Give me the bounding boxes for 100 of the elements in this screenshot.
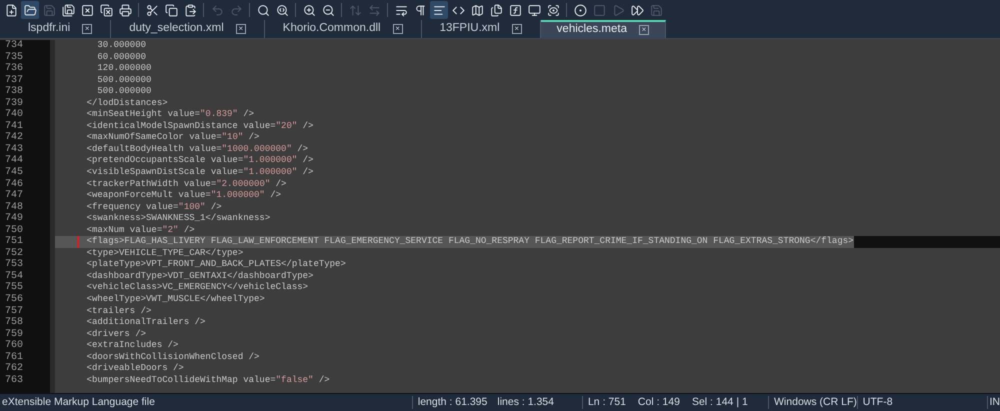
tab-close-button[interactable]: × xyxy=(392,24,403,34)
line-number: 756 xyxy=(4,294,24,306)
code-line: <maxNumOfSameColor value="10" /> xyxy=(86,132,260,144)
map-icon xyxy=(470,4,484,16)
file-tab[interactable]: Khorio.Common.dll × xyxy=(264,20,422,38)
code-line: <minSeatHeight value="0.839" /> xyxy=(86,109,254,121)
code-line: <wheelType>VWT_MUSCLE</wheelType> xyxy=(86,294,265,306)
folder-icon xyxy=(24,4,36,16)
save-all-icon xyxy=(62,4,74,16)
code-icon xyxy=(452,4,464,16)
code-line: <identicalModelSpawnDistance value="20" /> xyxy=(86,120,314,132)
line-number: 751 xyxy=(4,236,24,248)
code-line: <trackerPathWidth value="2.000000" /> xyxy=(86,178,286,190)
save-macro-icon xyxy=(650,4,662,16)
line-number: 743 xyxy=(4,144,24,155)
line-number: 758 xyxy=(4,317,24,329)
tab-close-button[interactable]: × xyxy=(82,24,92,34)
change-marker xyxy=(77,236,79,248)
code-line: 30.000000 xyxy=(96,40,146,52)
line-number: 749 xyxy=(4,213,24,225)
file-tab[interactable]: lspdfr.ini × xyxy=(10,20,112,38)
code-line: <additionalTrailers /> xyxy=(86,317,206,329)
line-number: 741 xyxy=(4,120,24,132)
line-position-label: Ln : 751 xyxy=(586,394,626,410)
redo-icon xyxy=(230,4,242,16)
save-icon xyxy=(42,4,56,16)
toolbar-button[interactable] xyxy=(21,1,39,19)
tab-close-button[interactable]: × xyxy=(512,24,522,34)
tab-label: duty_selection.xml xyxy=(129,21,224,36)
file-tab[interactable]: duty_selection.xml × xyxy=(111,20,265,38)
line-number: 762 xyxy=(4,363,24,375)
selection-label: Sel : 144 | 1 xyxy=(690,394,749,410)
tab-close-button[interactable]: × xyxy=(638,25,649,35)
code-line: <maxNum value="2" /> xyxy=(86,224,195,236)
code-line: <extraIncludes /> xyxy=(86,340,178,352)
paste-icon xyxy=(184,4,196,16)
pilcrow-icon xyxy=(414,4,426,16)
line-number: 739 xyxy=(4,98,24,109)
zoom-out-icon xyxy=(322,4,334,16)
tab-label: 13FPIU.xml xyxy=(440,21,500,36)
line-number: 736 xyxy=(4,63,24,75)
line-number: 759 xyxy=(4,328,24,340)
code-line: <vehicleClass>VC_EMERGENCY</vehicleClass> xyxy=(86,282,308,294)
code-line: <defaultBodyHealth value="1000.000000" /> xyxy=(86,144,308,156)
search-icon xyxy=(256,4,270,16)
scissors-icon xyxy=(146,4,158,16)
line-number: 752 xyxy=(4,248,24,259)
line-number: 740 xyxy=(4,109,24,121)
line-number: 753 xyxy=(4,259,24,271)
copy-icon xyxy=(164,4,178,16)
code-line: 60.000000 xyxy=(96,52,146,64)
code-line: <trailers /> xyxy=(86,306,152,318)
line-number: 738 xyxy=(4,86,24,98)
code-line: <weaponForceMult value="1.000000" /> xyxy=(86,190,282,202)
code-line: <driveableDoors /> xyxy=(86,363,184,375)
tab-label: Khorio.Common.dll xyxy=(282,21,381,36)
code-line: <frequency value="100" /> xyxy=(86,202,222,214)
fast-forward-icon xyxy=(630,4,644,16)
line-number: 737 xyxy=(4,74,24,86)
printer-icon xyxy=(118,4,132,16)
line-number: 755 xyxy=(4,282,24,294)
code-line: 500.000000 xyxy=(96,86,152,98)
line-number: 761 xyxy=(4,352,24,363)
function-icon xyxy=(508,4,522,16)
code-line: <doorsWithCollisionWhenClosed /> xyxy=(86,352,260,364)
line-number: 754 xyxy=(4,270,24,282)
stop-icon xyxy=(592,4,606,16)
line-number: 746 xyxy=(4,178,24,190)
line-number: 734 xyxy=(4,40,24,52)
column-label: Col : 149 xyxy=(636,394,680,410)
close-all-icon xyxy=(100,4,112,16)
code-line: <dashboardType>VDT_GENTAXI</dashboardType> xyxy=(86,270,314,282)
line-number: 763 xyxy=(4,374,24,386)
line-number: 748 xyxy=(4,202,24,213)
record-icon xyxy=(574,4,586,16)
code-line: 500.000000 xyxy=(96,74,152,86)
wrap-icon xyxy=(394,4,408,16)
code-line: <drivers /> xyxy=(86,328,146,340)
line-number: 757 xyxy=(4,306,24,317)
insert-mode-label: IN xyxy=(988,394,1000,410)
line-number: 747 xyxy=(4,190,24,202)
length-label: length : 61.395 xyxy=(416,394,488,410)
play-icon xyxy=(612,4,624,16)
line-number: 750 xyxy=(4,224,24,236)
tab-label: lspdfr.ini xyxy=(28,21,70,36)
monitor-icon xyxy=(528,4,540,16)
tab-close-button[interactable]: × xyxy=(236,24,246,34)
eye-icon xyxy=(546,4,560,16)
toolbar-button[interactable] xyxy=(430,1,448,19)
undo-icon xyxy=(210,4,224,16)
tab-label: vehicles.meta xyxy=(556,22,627,38)
code-line: <bumpersNeedToCollideWithMap value="false" /> xyxy=(86,374,330,386)
close-icon xyxy=(80,4,94,16)
code-line: <swankness>SWANKNESS_1</swankness> xyxy=(86,213,270,225)
code-line: <plateType>VPT_FRONT_AND_BACK_PLATES</plateType> xyxy=(86,259,346,271)
file-tab[interactable]: vehicles.meta × xyxy=(540,20,666,38)
line-number: 742 xyxy=(4,132,24,144)
zoom-in-icon xyxy=(302,4,316,16)
encoding-label: UTF-8 xyxy=(862,394,894,410)
code-line: 120.000000 xyxy=(96,63,152,75)
